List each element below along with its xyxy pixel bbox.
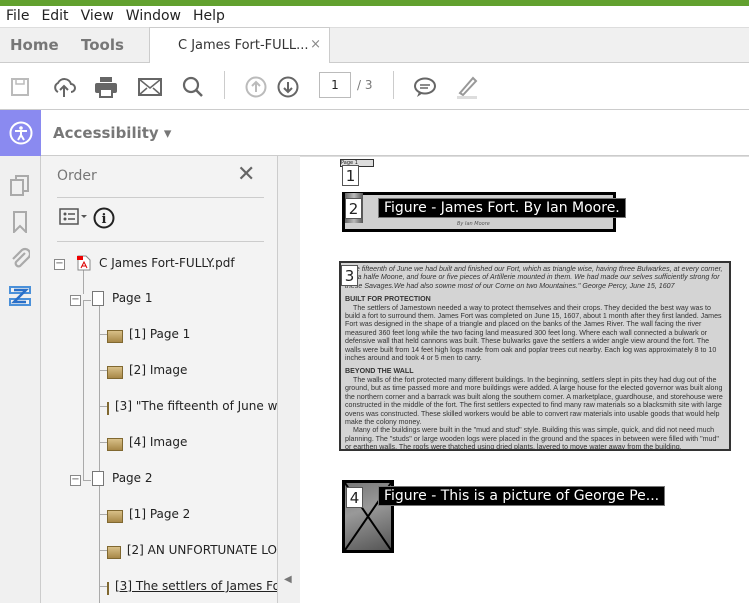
accessibility-icon[interactable] bbox=[0, 110, 41, 156]
tree-root[interactable]: C James Fort-FULLY.pdf bbox=[77, 253, 235, 273]
order-tag-1[interactable]: 1 bbox=[342, 165, 359, 186]
figure-caption: By Ian Moore bbox=[457, 221, 490, 227]
paragraph: Many of the buildings were built in the … bbox=[345, 426, 719, 451]
tree-item-label: [3] The settlers of James Fo bbox=[115, 579, 277, 593]
attachments-icon[interactable] bbox=[8, 246, 32, 270]
heading-beyond-the-wall: BEYOND THE WALL bbox=[345, 367, 414, 376]
page-total: / 3 bbox=[357, 78, 373, 92]
comment-icon[interactable] bbox=[412, 74, 438, 100]
menu-file[interactable]: File bbox=[0, 6, 35, 27]
pdf-file-icon bbox=[77, 255, 91, 271]
tab-home[interactable]: Home bbox=[10, 36, 59, 54]
highlight-pen-icon[interactable] bbox=[454, 74, 480, 100]
tree-item-label: [4] Image bbox=[129, 435, 188, 449]
close-tab-icon[interactable]: × bbox=[310, 37, 321, 52]
menu-view[interactable]: View bbox=[75, 6, 120, 27]
page-thumbnails-icon[interactable] bbox=[8, 174, 32, 198]
accessibility-bar: Accessibility ▾ bbox=[0, 110, 749, 156]
divider bbox=[57, 241, 264, 242]
accessibility-dropdown[interactable]: Accessibility ▾ bbox=[53, 124, 171, 142]
tree-item[interactable]: [3] "The fifteenth of June w bbox=[107, 396, 277, 416]
email-icon[interactable] bbox=[137, 74, 163, 100]
tree-item[interactable]: [3] The settlers of James Fo bbox=[107, 576, 277, 596]
order-tag-3[interactable]: 3 bbox=[341, 265, 358, 286]
previous-page-icon[interactable] bbox=[243, 74, 269, 100]
page-icon bbox=[92, 290, 104, 306]
collapse-panel-arrow-icon[interactable]: ◀ bbox=[284, 574, 292, 585]
tree-item[interactable]: [1] Page 1 bbox=[107, 324, 190, 344]
print-icon[interactable] bbox=[93, 74, 119, 100]
tag-container-icon bbox=[107, 509, 123, 523]
collapse-toggle[interactable]: − bbox=[70, 475, 81, 486]
quote-text: "The fifteenth of June we had built and … bbox=[345, 265, 723, 290]
tag-container-icon bbox=[107, 581, 109, 595]
tree-item[interactable]: [2] AN UNFORTUNATE LO bbox=[107, 540, 277, 560]
save-icon[interactable] bbox=[7, 74, 33, 100]
search-icon[interactable] bbox=[180, 74, 206, 100]
document-view: Page 1 1 By Ian Moore 2 Figure - James F… bbox=[300, 156, 749, 603]
paragraph: The walls of the fort protected many dif… bbox=[345, 375, 723, 426]
tree-page-label: Page 2 bbox=[112, 471, 153, 485]
tree-item[interactable]: [1] Page 2 bbox=[107, 504, 190, 524]
next-page-icon[interactable] bbox=[275, 74, 301, 100]
figure-tooltip: Figure - This is a picture of George Pe.… bbox=[378, 486, 666, 506]
tree-item-label: [2] AN UNFORTUNATE LO bbox=[126, 543, 277, 557]
tree-item-label: [1] Page 2 bbox=[129, 507, 191, 521]
tree-root-label: C James Fort-FULLY.pdf bbox=[99, 256, 235, 270]
heading-built-for-protection: BUILT FOR PROTECTION bbox=[345, 295, 431, 304]
tree-page[interactable]: Page 1 bbox=[92, 288, 153, 308]
tag-container-icon bbox=[107, 437, 123, 451]
order-tag-4[interactable]: 4 bbox=[346, 487, 363, 508]
divider bbox=[57, 197, 264, 198]
tree-item-label: [1] Page 1 bbox=[129, 327, 191, 341]
toolbar: 1 / 3 bbox=[0, 63, 749, 110]
order-panel: Order ✕ i − C James Fort-FULLY.pdf − Pag… bbox=[41, 156, 277, 603]
tree-item[interactable]: [2] Image bbox=[107, 360, 187, 380]
tag-container-icon bbox=[107, 545, 121, 559]
bookmarks-icon[interactable] bbox=[8, 210, 32, 234]
tag-container-icon bbox=[107, 329, 123, 343]
text-block[interactable]: "The fifteenth of June we had built and … bbox=[339, 261, 731, 451]
collapse-toggle[interactable]: − bbox=[54, 259, 65, 270]
toolbar-divider bbox=[224, 71, 225, 99]
tree-page[interactable]: Page 2 bbox=[92, 468, 153, 488]
collapse-toggle[interactable]: − bbox=[70, 295, 81, 306]
options-list-icon bbox=[59, 208, 87, 225]
svg-text:i: i bbox=[102, 212, 107, 227]
tree-item-label: [3] "The fifteenth of June w bbox=[115, 399, 277, 413]
tab-document[interactable]: C James Fort-FULL... × bbox=[149, 27, 330, 64]
tree-item[interactable]: [4] Image bbox=[107, 432, 187, 452]
panel-splitter[interactable]: ◀ bbox=[277, 156, 300, 603]
tab-tools[interactable]: Tools bbox=[81, 36, 124, 54]
page-number-input[interactable]: 1 bbox=[319, 72, 351, 98]
navigation-strip bbox=[0, 156, 41, 603]
menu-edit[interactable]: Edit bbox=[35, 6, 74, 27]
menu-bar: File Edit View Window Help bbox=[0, 6, 749, 27]
cloud-upload-icon[interactable] bbox=[51, 74, 77, 100]
page-icon bbox=[92, 470, 104, 486]
toolbar-divider bbox=[393, 71, 394, 99]
options-menu-button[interactable] bbox=[59, 207, 89, 227]
menu-window[interactable]: Window bbox=[120, 6, 187, 27]
menu-help[interactable]: Help bbox=[187, 6, 231, 27]
figure-tooltip: Figure - James Fort. By Ian Moore. bbox=[378, 198, 626, 218]
tab-document-label: C James Fort-FULL... bbox=[178, 38, 309, 53]
tag-container-icon bbox=[107, 401, 109, 415]
order-tag-2[interactable]: 2 bbox=[345, 198, 362, 219]
info-icon[interactable]: i bbox=[93, 207, 115, 233]
tree-page-label: Page 1 bbox=[112, 291, 153, 305]
panel-title: Order bbox=[57, 168, 97, 184]
close-panel-icon[interactable]: ✕ bbox=[237, 162, 255, 187]
tab-bar: Home Tools C James Fort-FULL... × bbox=[0, 27, 749, 64]
tree-item-label: [2] Image bbox=[129, 363, 188, 377]
order-panel-icon[interactable] bbox=[8, 284, 32, 308]
tag-container-icon bbox=[107, 365, 123, 379]
paragraph: The settlers of Jamestown needed a way t… bbox=[345, 303, 722, 363]
